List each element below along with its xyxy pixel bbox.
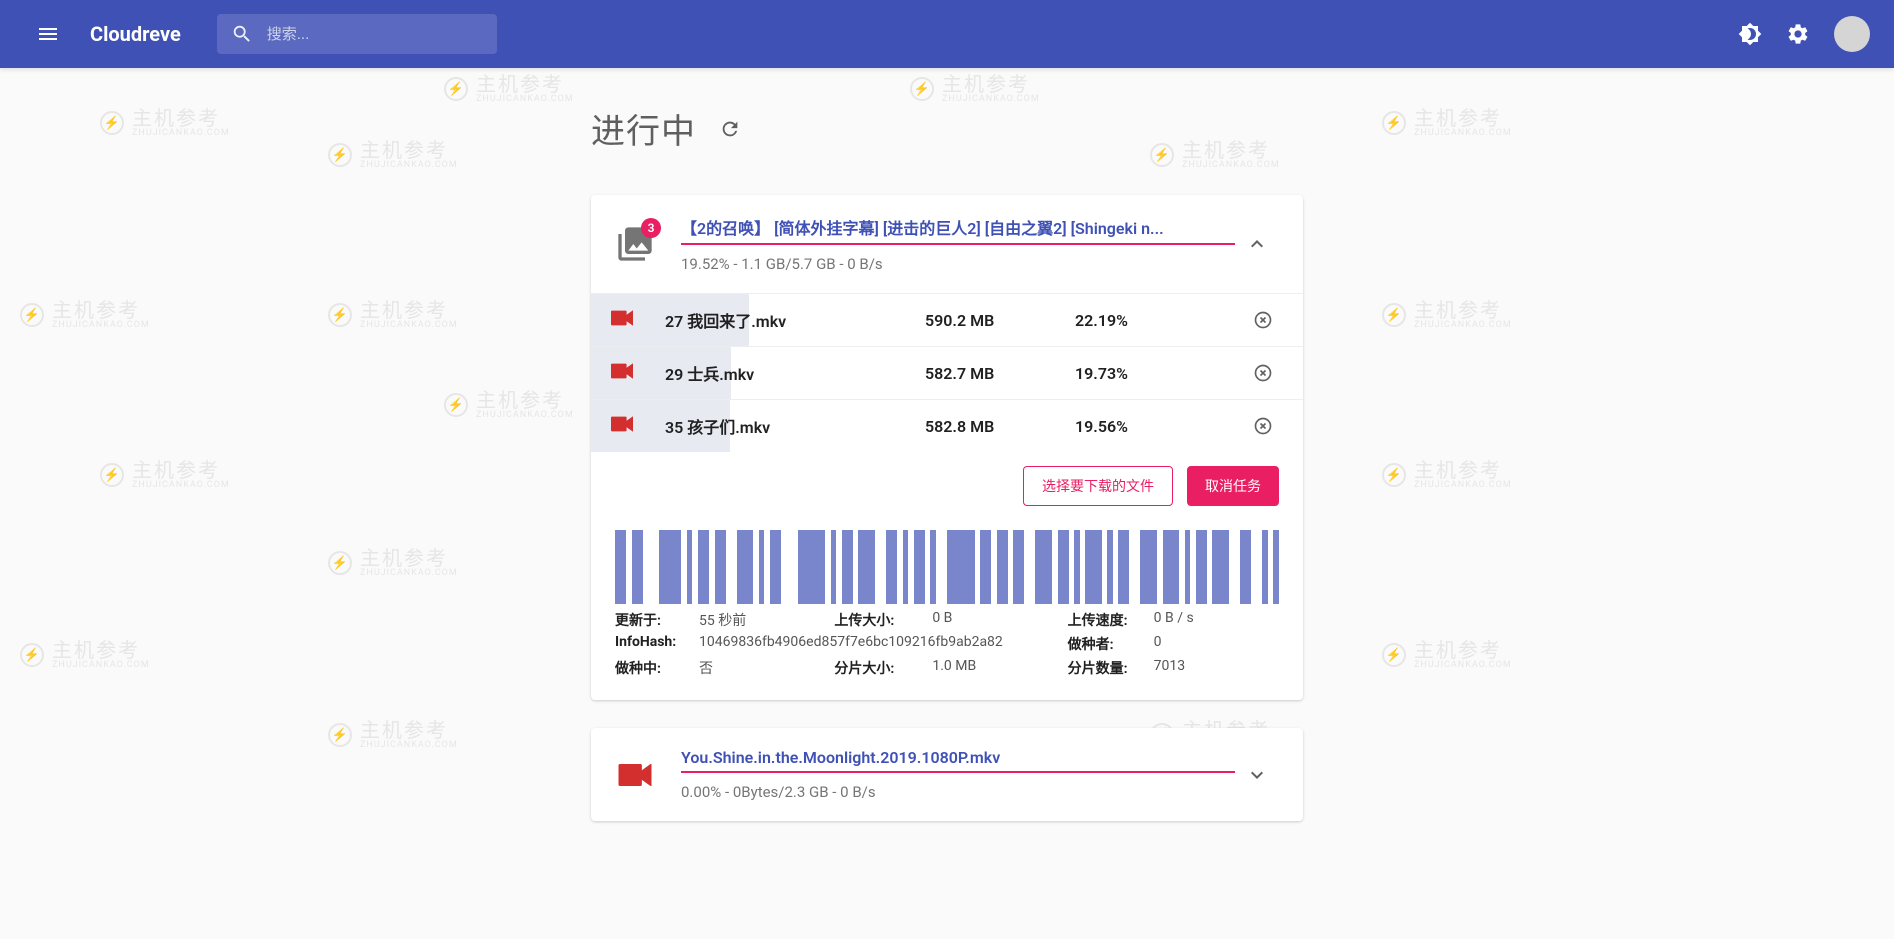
video-icon [611,363,633,383]
badge: 3 [641,218,661,238]
brand[interactable]: Cloudreve [90,22,181,46]
menu-button[interactable] [24,10,72,58]
task-header[interactable]: 3 【2的召唤】 [简体外挂字幕] [进击的巨人2] [自由之翼2] [Shin… [591,195,1303,293]
refresh-icon [719,118,741,140]
task-divider [681,771,1235,773]
search-box[interactable] [217,14,497,54]
value-seeders: 0 [1154,634,1279,654]
label-seeders: 做种者: [1068,634,1144,654]
task-card: 3 【2的召唤】 [简体外挂字幕] [进击的巨人2] [自由之翼2] [Shin… [591,195,1303,700]
cancel-task-button[interactable]: 取消任务 [1187,466,1279,506]
file-size: 582.8 MB [925,417,1075,436]
file-cancel-button[interactable] [1249,412,1277,440]
task-header[interactable]: You.Shine.in.the.Moonlight.2019.1080P.mk… [591,728,1303,821]
video-icon [613,753,657,797]
file-size: 590.2 MB [925,311,1075,330]
file-row: 35 孩子们.mkv 582.8 MB 19.56% [591,399,1303,452]
file-percent: 19.56% [1075,417,1215,436]
piece-bar [591,530,1303,604]
file-row: 27 我回来了.mkv 590.2 MB 22.19% [591,293,1303,346]
app-header: Cloudreve [0,0,1894,68]
label-piece-size: 分片大小: [834,658,922,678]
file-name: 27 我回来了.mkv [665,308,925,332]
page-title: 进行中 [591,104,696,153]
hamburger-icon [36,22,60,46]
theme-toggle[interactable] [1728,12,1772,56]
task-status: 19.52% - 1.1 GB/5.7 GB - 0 B/s [681,255,1235,273]
file-size: 582.7 MB [925,364,1075,383]
value-upload-speed: 0 B / s [1154,610,1279,630]
value-updated: 55 秒前 [699,610,824,630]
cancel-icon [1253,310,1273,330]
expand-button[interactable] [1235,753,1279,797]
collapse-button[interactable] [1235,222,1279,266]
chevron-up-icon [1245,232,1269,256]
label-upload-size: 上传大小: [834,610,922,630]
task-info-grid: 更新于: 55 秒前 上传大小: 0 B 上传速度: 0 B / s InfoH… [591,604,1303,700]
value-seeding: 否 [699,658,824,678]
value-upload-size: 0 B [932,610,1057,630]
video-icon [611,310,633,330]
file-cancel-button[interactable] [1249,306,1277,334]
value-piece-size: 1.0 MB [932,658,1057,678]
brightness-icon [1738,22,1762,46]
label-infohash: InfoHash: [615,634,689,654]
file-percent: 22.19% [1075,311,1215,330]
task-card: You.Shine.in.the.Moonlight.2019.1080P.mk… [591,728,1303,821]
video-icon [611,416,633,436]
refresh-button[interactable] [716,115,744,143]
search-input[interactable] [267,26,483,43]
avatar[interactable] [1834,16,1870,52]
label-piece-count: 分片数量: [1068,658,1144,678]
label-seeding: 做种中: [615,658,689,678]
search-icon [231,23,253,45]
cancel-icon [1253,363,1273,383]
task-status: 0.00% - 0Bytes/2.3 GB - 0 B/s [681,783,1235,801]
label-updated: 更新于: [615,610,689,630]
select-files-button[interactable]: 选择要下载的文件 [1023,466,1173,506]
file-row: 29 士兵.mkv 582.7 MB 19.73% [591,346,1303,399]
gear-icon [1786,22,1810,46]
cancel-icon [1253,416,1273,436]
settings-button[interactable] [1776,12,1820,56]
value-piece-count: 7013 [1154,658,1279,678]
file-name: 29 士兵.mkv [665,361,925,385]
value-infohash: 10469836fb4906ed857f7e6bc109216fb9ab2a82 [699,634,1058,654]
chevron-down-icon [1245,763,1269,787]
file-name: 35 孩子们.mkv [665,414,925,438]
label-upload-speed: 上传速度: [1068,610,1144,630]
task-title: You.Shine.in.the.Moonlight.2019.1080P.mk… [681,748,1235,767]
file-cancel-button[interactable] [1249,359,1277,387]
task-divider [681,243,1235,245]
task-title: 【2的召唤】 [简体外挂字幕] [进击的巨人2] [自由之翼2] [Shinge… [681,215,1235,239]
file-percent: 19.73% [1075,364,1215,383]
